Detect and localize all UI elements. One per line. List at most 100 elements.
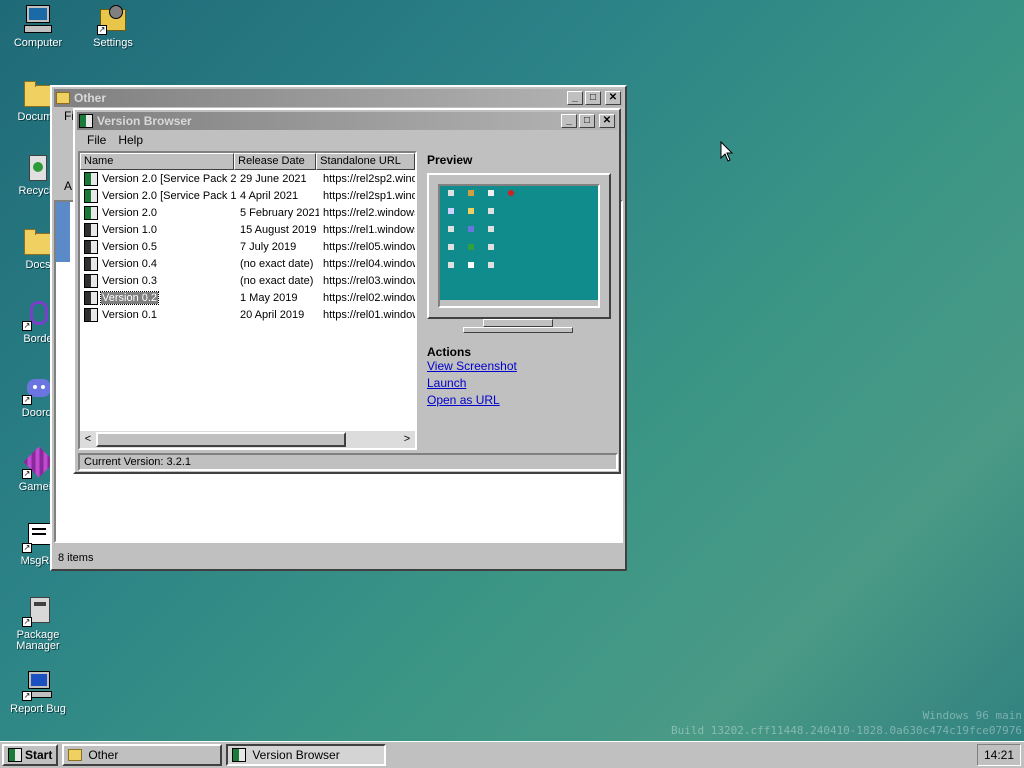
version-row[interactable]: Version 2.0 5 February 2021 https://rel2.w…	[80, 204, 415, 221]
version-browser-statusbar: Current Version: 3.2.1	[78, 453, 618, 471]
version-browser-window[interactable]: Version Browser _ □ ✕ File Help Name Rel…	[73, 108, 621, 474]
standalone-url-cell: https://rel05.window	[323, 240, 415, 253]
monitor-preview	[427, 167, 617, 337]
view-screenshot-link[interactable]: View Screenshot	[427, 359, 617, 373]
monitor-bezel	[427, 173, 611, 319]
monitor-stand	[483, 319, 553, 327]
version-name-cell: Version 2.0	[80, 205, 236, 220]
release-date-cell: 29 June 2021	[240, 172, 307, 185]
release-date-cell: 15 August 2019	[240, 223, 317, 236]
version-name-cell: Version 2.0 [Service Pack 1]	[80, 188, 236, 203]
version-row[interactable]: Version 1.0 15 August 2019 https://rel1.wi…	[80, 221, 415, 238]
release-date-cell: 5 February 2021	[240, 206, 319, 219]
scroll-right-arrow-icon[interactable]: >	[399, 431, 415, 448]
monitor-base	[463, 327, 573, 333]
version-row[interactable]: Version 0.4 (no exact date) https://rel04.…	[80, 255, 415, 272]
version-browser-menubar: File Help	[77, 130, 617, 150]
actions-heading: Actions	[427, 345, 472, 359]
column-header-standalone-url[interactable]: Standalone URL	[316, 153, 415, 170]
standalone-url-cell: https://rel2sp2.wind	[323, 172, 415, 185]
version-row[interactable]: Version 0.3 (no exact date) https://rel03.…	[80, 272, 415, 289]
minimize-button[interactable]: _	[567, 91, 583, 105]
version-name-cell: Version 1.0	[80, 222, 236, 237]
maximize-button[interactable]: □	[579, 114, 595, 128]
desktop-icon-package-manager[interactable]: ↗ Package Manager	[0, 595, 76, 652]
version-name: Version 1.0	[102, 223, 158, 236]
version-name: Version 0.3	[102, 274, 158, 287]
version-name-cell: Version 0.2	[80, 290, 236, 305]
computer-icon	[22, 3, 54, 35]
taskbar-item-label: Version Browser	[252, 748, 340, 762]
system-clock[interactable]: 14:21	[977, 744, 1021, 766]
version-list-header: Name Release Date Standalone URL	[80, 153, 415, 170]
other-window-statusbar: 8 items	[54, 549, 623, 567]
gray-app-icon	[84, 307, 98, 322]
version-name: Version 0.5	[102, 240, 158, 253]
current-version-label: Current Version: 3.2.1	[84, 456, 192, 468]
version-browser-titlebar[interactable]: Version Browser _ □ ✕	[77, 112, 617, 130]
version-row[interactable]: Version 2.0 [Service Pack 1] 4 April 2021…	[80, 187, 415, 204]
scroll-left-arrow-icon[interactable]: <	[80, 431, 96, 448]
gray-app-icon	[84, 222, 98, 237]
folder-icon	[56, 92, 70, 104]
gray-app-icon	[84, 239, 98, 254]
release-date-cell: (no exact date)	[240, 257, 314, 270]
close-button[interactable]: ✕	[605, 91, 621, 105]
standalone-url-cell: https://rel2sp1.windo	[323, 189, 415, 202]
close-button[interactable]: ✕	[599, 114, 615, 128]
shortcut-arrow-icon: ↗	[22, 617, 32, 627]
launch-link[interactable]: Launch	[427, 376, 617, 390]
shortcut-arrow-icon: ↗	[22, 321, 32, 331]
menu-help[interactable]: Help	[112, 133, 149, 147]
shortcut-arrow-icon: ↗	[22, 691, 32, 701]
version-row[interactable]: Version 0.5 7 July 2019 https://rel05.wind…	[80, 238, 415, 255]
other-window-titlebar[interactable]: Other _ □ ✕	[54, 89, 623, 107]
settings-icon: ↗	[97, 3, 129, 35]
version-list-rows: Version 2.0 [Service Pack 2] 29 June 2021…	[80, 170, 415, 323]
standalone-url-cell: https://rel2.windows	[323, 206, 415, 219]
green-app-icon	[79, 114, 93, 128]
taskbar-item-version-browser[interactable]: Version Browser	[226, 744, 387, 766]
build-watermark-title: Windows 96 main	[922, 709, 1022, 722]
horizontal-scrollbar[interactable]: < >	[80, 431, 415, 448]
green-app-icon	[84, 188, 98, 203]
minimize-button[interactable]: _	[561, 114, 577, 128]
desktop-icon-settings[interactable]: ↗ Settings	[75, 3, 151, 49]
version-name-cell: Version 0.3	[80, 273, 236, 288]
taskbar-item-label: Other	[88, 748, 119, 762]
mouse-cursor-icon	[720, 141, 734, 162]
taskbar: Start Other Version Browser 14:21	[0, 741, 1024, 768]
standalone-url-cell: https://rel02.window	[323, 291, 415, 304]
standalone-url-cell: https://rel04.window	[323, 257, 415, 270]
version-name: Version 0.4	[102, 257, 158, 270]
gray-app-icon	[84, 273, 98, 288]
desktop-icon-computer[interactable]: Computer	[0, 3, 76, 49]
version-name: Version 0.1	[102, 308, 158, 321]
version-name-cell: Version 0.5	[80, 239, 236, 254]
preview-heading: Preview	[427, 153, 473, 167]
version-name: Version 2.0 [Service Pack 2]	[102, 172, 236, 185]
version-row[interactable]: Version 0.1 20 April 2019 https://rel01.wi…	[80, 306, 415, 323]
version-row[interactable]: Version 2.0 [Service Pack 2] 29 June 2021…	[80, 170, 415, 187]
menu-file[interactable]: File	[81, 133, 112, 147]
version-row[interactable]: Version 0.2 1 May 2019 https://rel02.windo…	[80, 289, 415, 306]
taskbar-item-other[interactable]: Other	[62, 744, 223, 766]
preview-panel: Preview Actions View Screenshot Launch O…	[427, 153, 617, 410]
start-button[interactable]: Start	[2, 744, 59, 766]
shortcut-arrow-icon: ↗	[97, 25, 107, 35]
open-as-url-link[interactable]: Open as URL	[427, 393, 617, 407]
folder-view-sidebar	[56, 202, 70, 262]
preview-screenshot[interactable]	[438, 184, 600, 308]
shortcut-arrow-icon: ↗	[22, 395, 32, 405]
version-list[interactable]: Name Release Date Standalone URL Version…	[78, 151, 417, 450]
scrollbar-thumb[interactable]	[96, 432, 346, 447]
column-header-name[interactable]: Name	[80, 153, 235, 170]
desktop-icon-report-bug[interactable]: ↗ Report Bug	[0, 669, 76, 715]
standalone-url-cell: https://rel03.window	[323, 274, 415, 287]
shortcut-arrow-icon: ↗	[22, 469, 32, 479]
gray-app-icon	[84, 256, 98, 271]
version-name-cell: Version 0.4	[80, 256, 236, 271]
column-header-release-date[interactable]: Release Date	[234, 153, 317, 170]
release-date-cell: 7 July 2019	[240, 240, 297, 253]
maximize-button[interactable]: □	[585, 91, 601, 105]
